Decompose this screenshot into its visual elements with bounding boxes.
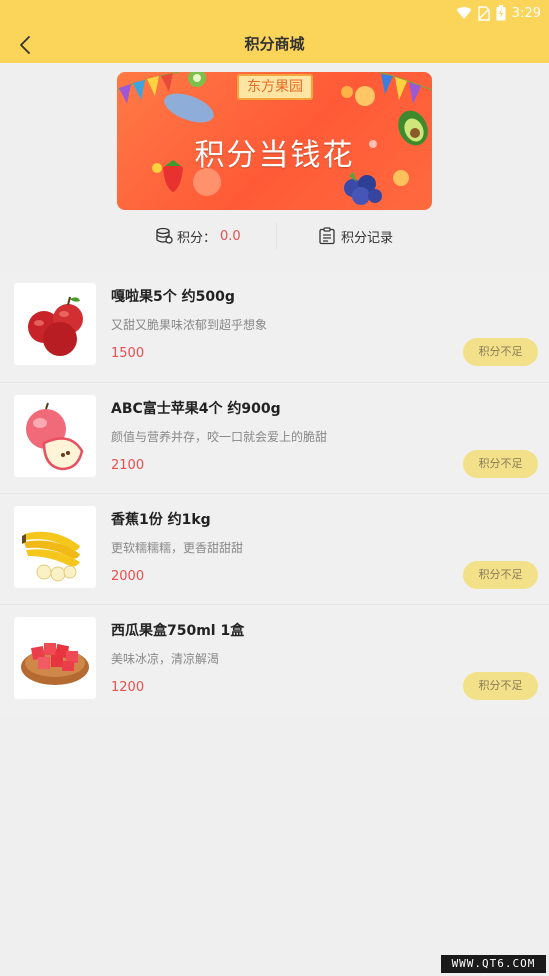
product-desc: 美味冰凉，清凉解渴 (111, 652, 220, 666)
points-label: 积分： (177, 230, 217, 246)
no-sim-icon (478, 5, 490, 21)
insufficient-points-button[interactable]: 积分不足 (463, 672, 538, 700)
list-item[interactable]: ABC富士苹果4个 约900g 颜值与营养并存，咬一口就会爱上的脆甜 2100 … (0, 382, 549, 494)
product-list: 嘎啦果5个 约500g 又甜又脆果味浓郁到超乎想象 1500 积分不足 ABC富… (0, 271, 549, 715)
banner-brand: 东方果园 (237, 74, 313, 100)
list-item[interactable]: 香蕉1份 约1kg 更软糯糯糯，更香甜甜甜 2000 积分不足 (0, 493, 549, 605)
product-desc: 更软糯糯糯，更香甜甜甜 (111, 541, 244, 555)
banana-icon (14, 506, 96, 588)
points-balance: 积分： 0.0 (155, 226, 241, 246)
points-summary: 积分： 0.0 积分记录 (0, 216, 549, 256)
insufficient-points-button[interactable]: 积分不足 (463, 450, 538, 478)
banner-slogan: 积分当钱花 (194, 138, 355, 173)
watermark: WWW.QT6.COM (441, 955, 546, 973)
app-header: 3:29 积分商城 (0, 0, 549, 63)
product-desc: 又甜又脆果味浓郁到超乎想象 (111, 318, 268, 332)
promo-banner[interactable]: 东方果园 积分当钱花 (117, 72, 432, 210)
product-price: 2100 (111, 458, 145, 473)
points-record-link[interactable]: 积分记录 (318, 226, 393, 246)
status-bar: 3:29 (456, 4, 541, 22)
insufficient-points-button[interactable]: 积分不足 (463, 338, 538, 366)
wifi-icon (456, 7, 472, 20)
apples-icon (14, 283, 96, 365)
insufficient-points-button[interactable]: 积分不足 (463, 561, 538, 589)
status-time: 3:29 (511, 5, 541, 21)
product-price: 2000 (111, 569, 145, 584)
product-name: 嘎啦果5个 约500g (111, 289, 235, 305)
product-name: ABC富士苹果4个 约900g (111, 401, 281, 417)
fuji-apple-icon (14, 395, 96, 477)
watermelon-icon (14, 617, 96, 699)
product-name: 香蕉1份 约1kg (111, 512, 211, 528)
list-item[interactable]: 嘎啦果5个 约500g 又甜又脆果味浓郁到超乎想象 1500 积分不足 (0, 271, 549, 382)
product-price: 1500 (111, 346, 145, 361)
list-item[interactable]: 西瓜果盒750ml 1盒 美味冰凉，清凉解渴 1200 积分不足 (0, 604, 549, 716)
product-price: 1200 (111, 680, 145, 695)
points-record-label: 积分记录 (341, 230, 394, 246)
clipboard-list-icon (319, 227, 335, 245)
coin-stack-icon (156, 227, 173, 244)
divider (276, 222, 277, 250)
page-title: 积分商城 (244, 35, 305, 53)
battery-icon (496, 5, 506, 21)
points-value: 0.0 (220, 228, 241, 244)
product-desc: 颜值与营养并存，咬一口就会爱上的脆甜 (111, 430, 328, 444)
product-name: 西瓜果盒750ml 1盒 (111, 623, 245, 639)
